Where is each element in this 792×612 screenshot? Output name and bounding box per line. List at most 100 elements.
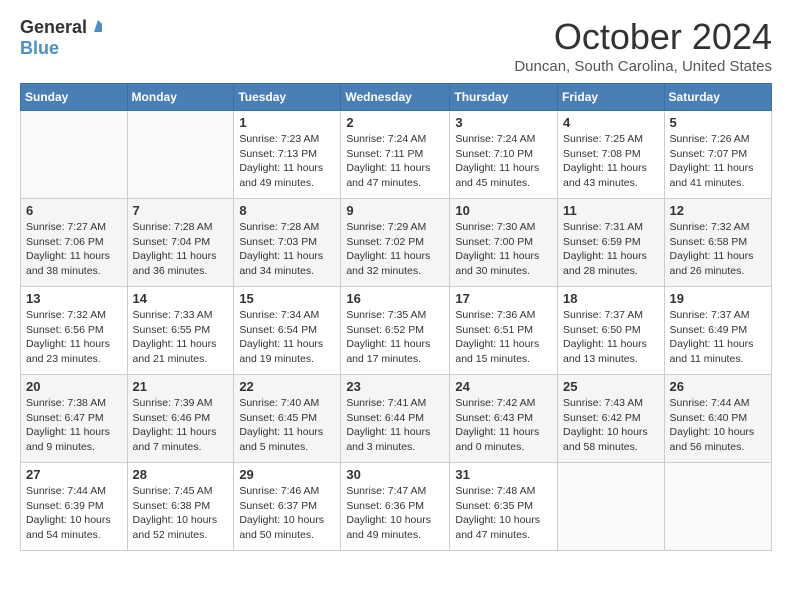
weekday-header-wednesday: Wednesday xyxy=(341,84,450,111)
day-info: Sunrise: 7:32 AM Sunset: 6:56 PM Dayligh… xyxy=(26,308,122,367)
weekday-header-thursday: Thursday xyxy=(450,84,558,111)
logo-general-text: General xyxy=(20,18,87,38)
day-number: 15 xyxy=(239,291,335,306)
day-info: Sunrise: 7:37 AM Sunset: 6:50 PM Dayligh… xyxy=(563,308,659,367)
weekday-header-monday: Monday xyxy=(127,84,234,111)
weekday-header-sunday: Sunday xyxy=(21,84,128,111)
calendar-cell: 11 Sunrise: 7:31 AM Sunset: 6:59 PM Dayli… xyxy=(558,199,665,287)
day-number: 23 xyxy=(346,379,444,394)
day-info: Sunrise: 7:32 AM Sunset: 6:58 PM Dayligh… xyxy=(670,220,766,279)
logo: General Blue xyxy=(20,16,106,59)
calendar-cell: 23Sunrise: 7:41 AM Sunset: 6:44 PM Dayli… xyxy=(341,375,450,463)
day-info: Sunrise: 7:35 AM Sunset: 6:52 PM Dayligh… xyxy=(346,308,444,367)
calendar-cell: 20Sunrise: 7:38 AM Sunset: 6:47 PM Dayli… xyxy=(21,375,128,463)
day-info: Sunrise: 7:30 AM Sunset: 7:00 PM Dayligh… xyxy=(455,220,552,279)
weekday-header-tuesday: Tuesday xyxy=(234,84,341,111)
calendar-cell: 29 Sunrise: 7:46 AM Sunset: 6:37 PM Dayli… xyxy=(234,463,341,551)
calendar-cell: 28 Sunrise: 7:45 AM Sunset: 6:38 PM Dayli… xyxy=(127,463,234,551)
day-info: Sunrise: 7:24 AM Sunset: 7:11 PM Dayligh… xyxy=(346,132,444,191)
calendar-cell xyxy=(558,463,665,551)
day-number: 29 xyxy=(239,467,335,482)
day-info: Sunrise: 7:28 AM Sunset: 7:04 PM Dayligh… xyxy=(133,220,229,279)
calendar-cell: 13 Sunrise: 7:32 AM Sunset: 6:56 PM Dayli… xyxy=(21,287,128,375)
day-number: 18 xyxy=(563,291,659,306)
day-number: 5 xyxy=(670,115,766,130)
day-number: 6 xyxy=(26,203,122,218)
title-area: October 2024 Duncan, South Carolina, Uni… xyxy=(514,16,772,75)
header: General Blue October 2024 Duncan, South … xyxy=(20,16,772,75)
calendar-cell: 2Sunrise: 7:24 AM Sunset: 7:11 PM Daylig… xyxy=(341,111,450,199)
day-info: Sunrise: 7:47 AM Sunset: 6:36 PM Dayligh… xyxy=(346,484,444,543)
calendar-cell: 25Sunrise: 7:43 AM Sunset: 6:42 PM Dayli… xyxy=(558,375,665,463)
day-number: 31 xyxy=(455,467,552,482)
day-info: Sunrise: 7:39 AM Sunset: 6:46 PM Dayligh… xyxy=(133,396,229,455)
day-info: Sunrise: 7:33 AM Sunset: 6:55 PM Dayligh… xyxy=(133,308,229,367)
day-number: 17 xyxy=(455,291,552,306)
day-info: Sunrise: 7:23 AM Sunset: 7:13 PM Dayligh… xyxy=(239,132,335,191)
calendar-cell: 16 Sunrise: 7:35 AM Sunset: 6:52 PM Dayli… xyxy=(341,287,450,375)
calendar-cell: 3 Sunrise: 7:24 AM Sunset: 7:10 PM Daylig… xyxy=(450,111,558,199)
calendar-cell: 30Sunrise: 7:47 AM Sunset: 6:36 PM Dayli… xyxy=(341,463,450,551)
calendar-cell: 24 Sunrise: 7:42 AM Sunset: 6:43 PM Dayli… xyxy=(450,375,558,463)
day-number: 12 xyxy=(670,203,766,218)
day-number: 3 xyxy=(455,115,552,130)
location-title: Duncan, South Carolina, United States xyxy=(514,58,772,75)
day-info: Sunrise: 7:42 AM Sunset: 6:43 PM Dayligh… xyxy=(455,396,552,455)
day-number: 28 xyxy=(133,467,229,482)
weekday-header-row: SundayMondayTuesdayWednesdayThursdayFrid… xyxy=(21,84,772,111)
calendar-cell: 31 Sunrise: 7:48 AM Sunset: 6:35 PM Dayli… xyxy=(450,463,558,551)
day-number: 4 xyxy=(563,115,659,130)
day-info: Sunrise: 7:45 AM Sunset: 6:38 PM Dayligh… xyxy=(133,484,229,543)
day-number: 9 xyxy=(346,203,444,218)
calendar-table: SundayMondayTuesdayWednesdayThursdayFrid… xyxy=(20,83,772,551)
day-info: Sunrise: 7:26 AM Sunset: 7:07 PM Dayligh… xyxy=(670,132,766,191)
day-info: Sunrise: 7:29 AM Sunset: 7:02 PM Dayligh… xyxy=(346,220,444,279)
calendar-cell: 5 Sunrise: 7:26 AM Sunset: 7:07 PM Daylig… xyxy=(664,111,771,199)
day-info: Sunrise: 7:44 AM Sunset: 6:39 PM Dayligh… xyxy=(26,484,122,543)
calendar-cell: 27Sunrise: 7:44 AM Sunset: 6:39 PM Dayli… xyxy=(21,463,128,551)
day-info: Sunrise: 7:27 AM Sunset: 7:06 PM Dayligh… xyxy=(26,220,122,279)
day-number: 22 xyxy=(239,379,335,394)
day-info: Sunrise: 7:34 AM Sunset: 6:54 PM Dayligh… xyxy=(239,308,335,367)
month-title: October 2024 xyxy=(514,16,772,58)
day-number: 16 xyxy=(346,291,444,306)
calendar-cell: 9 Sunrise: 7:29 AM Sunset: 7:02 PM Daylig… xyxy=(341,199,450,287)
day-number: 7 xyxy=(133,203,229,218)
calendar-cell xyxy=(21,111,128,199)
calendar-cell: 15 Sunrise: 7:34 AM Sunset: 6:54 PM Dayli… xyxy=(234,287,341,375)
calendar-cell: 10Sunrise: 7:30 AM Sunset: 7:00 PM Dayli… xyxy=(450,199,558,287)
day-info: Sunrise: 7:48 AM Sunset: 6:35 PM Dayligh… xyxy=(455,484,552,543)
calendar-cell: 19Sunrise: 7:37 AM Sunset: 6:49 PM Dayli… xyxy=(664,287,771,375)
calendar-cell: 1 Sunrise: 7:23 AM Sunset: 7:13 PM Daylig… xyxy=(234,111,341,199)
day-number: 14 xyxy=(133,291,229,306)
week-row-3: 13 Sunrise: 7:32 AM Sunset: 6:56 PM Dayli… xyxy=(21,287,772,375)
week-row-5: 27Sunrise: 7:44 AM Sunset: 6:39 PM Dayli… xyxy=(21,463,772,551)
day-info: Sunrise: 7:31 AM Sunset: 6:59 PM Dayligh… xyxy=(563,220,659,279)
day-info: Sunrise: 7:46 AM Sunset: 6:37 PM Dayligh… xyxy=(239,484,335,543)
calendar-cell xyxy=(664,463,771,551)
day-info: Sunrise: 7:25 AM Sunset: 7:08 PM Dayligh… xyxy=(563,132,659,191)
day-number: 11 xyxy=(563,203,659,218)
calendar-cell: 6 Sunrise: 7:27 AM Sunset: 7:06 PM Daylig… xyxy=(21,199,128,287)
day-number: 13 xyxy=(26,291,122,306)
week-row-2: 6 Sunrise: 7:27 AM Sunset: 7:06 PM Daylig… xyxy=(21,199,772,287)
day-info: Sunrise: 7:44 AM Sunset: 6:40 PM Dayligh… xyxy=(670,396,766,455)
calendar-cell: 8Sunrise: 7:28 AM Sunset: 7:03 PM Daylig… xyxy=(234,199,341,287)
calendar-cell: 21Sunrise: 7:39 AM Sunset: 6:46 PM Dayli… xyxy=(127,375,234,463)
day-number: 20 xyxy=(26,379,122,394)
calendar-cell: 26 Sunrise: 7:44 AM Sunset: 6:40 PM Dayli… xyxy=(664,375,771,463)
calendar-cell: 14 Sunrise: 7:33 AM Sunset: 6:55 PM Dayli… xyxy=(127,287,234,375)
weekday-header-saturday: Saturday xyxy=(664,84,771,111)
day-info: Sunrise: 7:37 AM Sunset: 6:49 PM Dayligh… xyxy=(670,308,766,367)
day-number: 24 xyxy=(455,379,552,394)
calendar-cell: 22Sunrise: 7:40 AM Sunset: 6:45 PM Dayli… xyxy=(234,375,341,463)
calendar-cell: 18 Sunrise: 7:37 AM Sunset: 6:50 PM Dayli… xyxy=(558,287,665,375)
day-number: 8 xyxy=(239,203,335,218)
day-number: 26 xyxy=(670,379,766,394)
weekday-header-friday: Friday xyxy=(558,84,665,111)
calendar-cell: 4 Sunrise: 7:25 AM Sunset: 7:08 PM Daylig… xyxy=(558,111,665,199)
week-row-1: 1 Sunrise: 7:23 AM Sunset: 7:13 PM Daylig… xyxy=(21,111,772,199)
day-info: Sunrise: 7:24 AM Sunset: 7:10 PM Dayligh… xyxy=(455,132,552,191)
day-number: 1 xyxy=(239,115,335,130)
logo-blue-text: Blue xyxy=(20,39,106,59)
